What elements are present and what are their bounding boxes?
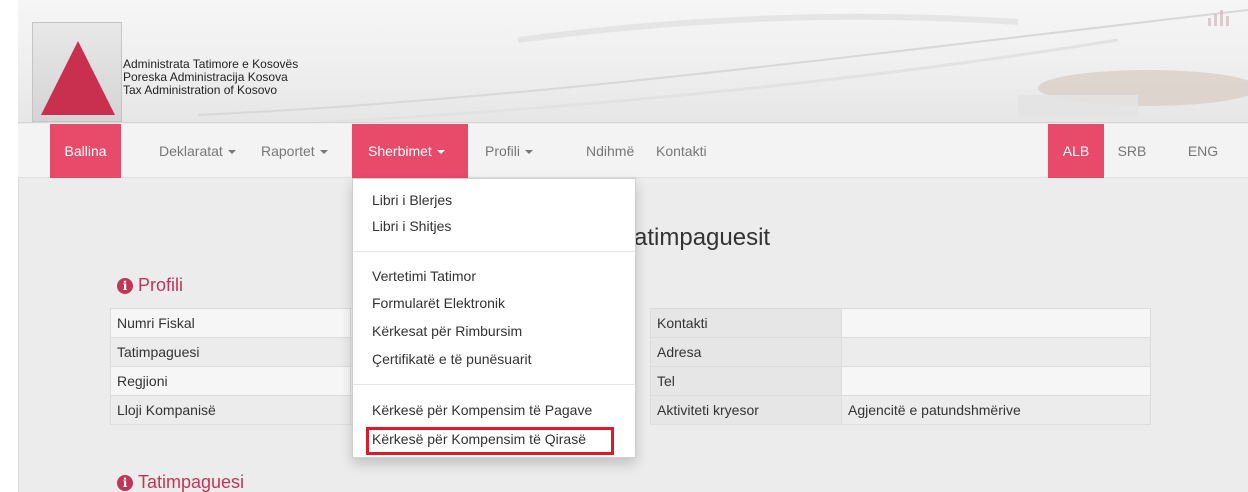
- nav-label: Ndihmë: [586, 143, 635, 159]
- lang-label: SRB: [1117, 143, 1147, 159]
- table-label: Aktiviteti kryesor: [650, 395, 842, 425]
- caret-down-icon: [436, 150, 445, 155]
- sherbimet-dropdown-menu: Libri i Blerjes Libri i Shitjes Vertetim…: [352, 178, 636, 458]
- table-row: Tel: [650, 366, 1151, 396]
- nav-label: Raportet: [261, 143, 315, 159]
- table-label: Kontakti: [650, 308, 842, 338]
- nav-label: Ballina: [64, 143, 107, 159]
- nav-ballina[interactable]: Ballina: [50, 124, 121, 178]
- table-label: Regjioni: [110, 366, 351, 396]
- nav-sherbimet[interactable]: Sherbimet: [352, 124, 468, 178]
- menu-item-kompensim-pagave[interactable]: Kërkesë për Kompensim të Pagave: [372, 402, 592, 418]
- logo-triangle-icon: [41, 41, 115, 115]
- lang-srb[interactable]: SRB: [1105, 124, 1159, 178]
- section-title-text: Tatimpaguesi: [138, 472, 245, 492]
- menu-item-certifikate-punesuarit[interactable]: Çertifikatë e të punësuarit: [372, 351, 532, 367]
- table-value: [841, 308, 1151, 338]
- org-name-english: Tax Administration of Kosovo: [123, 83, 278, 97]
- page-title: atimpaguesit: [634, 224, 771, 251]
- nav-deklaratat[interactable]: Deklaratat: [145, 124, 250, 178]
- table-label: Tel: [650, 366, 842, 396]
- info-icon: i: [117, 278, 133, 294]
- menu-divider: [353, 251, 635, 252]
- organization-name: Administrata Tatimore e Kosovës Poreska …: [123, 58, 298, 97]
- nav-label: Sherbimet: [368, 143, 432, 159]
- section-title-tatimpaguesi: i Tatimpaguesi: [117, 472, 244, 492]
- nav-label: Deklaratat: [159, 143, 223, 159]
- caret-down-icon: [227, 150, 236, 155]
- menu-item-libri-shitjes[interactable]: Libri i Shitjes: [372, 218, 451, 234]
- section-title-profili: i Profili: [117, 275, 183, 296]
- lang-label: ENG: [1187, 143, 1219, 159]
- table-row: Aktiviteti kryesor Agjencitë e patundshm…: [650, 395, 1151, 425]
- table-row: Adresa: [650, 337, 1151, 367]
- menu-item-kerkesat-rimbursim[interactable]: Kërkesat për Rimbursim: [372, 323, 522, 339]
- menu-item-formularet-elektronik[interactable]: Formularët Elektronik: [372, 295, 505, 311]
- info-icon: i: [117, 475, 133, 491]
- table-value: Agjencitë e patundshmërive: [841, 395, 1151, 425]
- logo: [32, 22, 122, 122]
- caret-down-icon: [525, 150, 534, 155]
- nav-label: Kontakti: [656, 143, 707, 159]
- lang-eng[interactable]: ENG: [1178, 124, 1228, 178]
- highlight-annotation-box: [366, 427, 614, 455]
- main-navbar: Ballina Deklaratat Raportet Sherbimet Pr…: [18, 124, 1248, 178]
- menu-item-libri-blerjes[interactable]: Libri i Blerjes: [372, 192, 452, 208]
- table-value: [841, 366, 1151, 396]
- table-label: Adresa: [650, 337, 842, 367]
- table-row: Kontakti: [650, 308, 1151, 338]
- profile-table-right: Kontakti Adresa Tel Aktiviteti kryesor A…: [650, 308, 1151, 425]
- section-title-text: Profili: [138, 275, 184, 295]
- lang-label: ALB: [1062, 143, 1090, 159]
- table-label: Numri Fiskal: [110, 308, 351, 338]
- nav-raportet[interactable]: Raportet: [247, 124, 342, 178]
- caret-down-icon: [319, 150, 328, 155]
- table-label: Lloji Kompanisë: [110, 395, 351, 425]
- nav-profili[interactable]: Profili: [471, 124, 547, 178]
- header-banner: Administrata Tatimore e Kosovës Poreska …: [18, 0, 1248, 123]
- menu-item-vertetimi-tatimor[interactable]: Vertetimi Tatimor: [372, 268, 476, 284]
- nav-label: Profili: [485, 143, 521, 159]
- table-label: Tatimpaguesi: [110, 337, 351, 367]
- table-value: [841, 337, 1151, 367]
- lang-alb[interactable]: ALB: [1048, 124, 1104, 178]
- menu-divider: [353, 384, 635, 385]
- nav-kontakti[interactable]: Kontakti: [642, 124, 721, 178]
- nav-ndihme[interactable]: Ndihmë: [572, 124, 648, 178]
